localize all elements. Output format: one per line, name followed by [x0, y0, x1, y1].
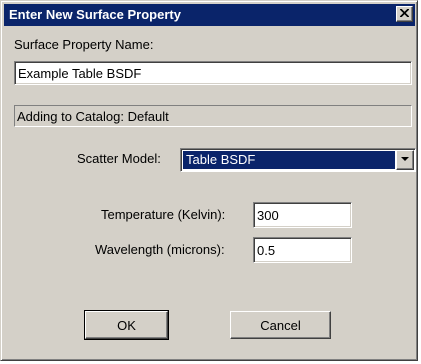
catalog-status-box: Adding to Catalog: Default — [14, 105, 412, 127]
wavelength-field[interactable] — [253, 237, 352, 263]
cancel-button[interactable]: Cancel — [230, 311, 331, 339]
scatter-model-select[interactable]: Table BSDF — [180, 148, 416, 172]
surface-name-field[interactable] — [14, 61, 412, 85]
scatter-model-value: Table BSDF — [183, 151, 395, 169]
surface-property-dialog: Enter New Surface Property Surface Prope… — [0, 0, 418, 361]
wavelength-input[interactable] — [257, 240, 349, 260]
surface-name-input[interactable] — [18, 64, 409, 82]
dropdown-button[interactable] — [396, 150, 414, 170]
title-bar[interactable]: Enter New Surface Property — [4, 4, 415, 26]
close-icon — [400, 9, 409, 17]
temperature-field[interactable] — [253, 202, 352, 228]
surface-name-label: Surface Property Name: — [14, 37, 154, 52]
close-button[interactable] — [396, 6, 413, 22]
scatter-model-label: Scatter Model: — [77, 151, 161, 166]
dialog-title: Enter New Surface Property — [9, 7, 181, 22]
ok-button[interactable]: OK — [84, 310, 169, 340]
temperature-label: Temperature (Kelvin): — [101, 207, 226, 222]
catalog-status-text: Adding to Catalog: Default — [17, 109, 169, 124]
chevron-down-icon — [401, 157, 409, 161]
wavelength-label: Wavelength (microns): — [95, 242, 225, 257]
temperature-input[interactable] — [257, 205, 349, 225]
